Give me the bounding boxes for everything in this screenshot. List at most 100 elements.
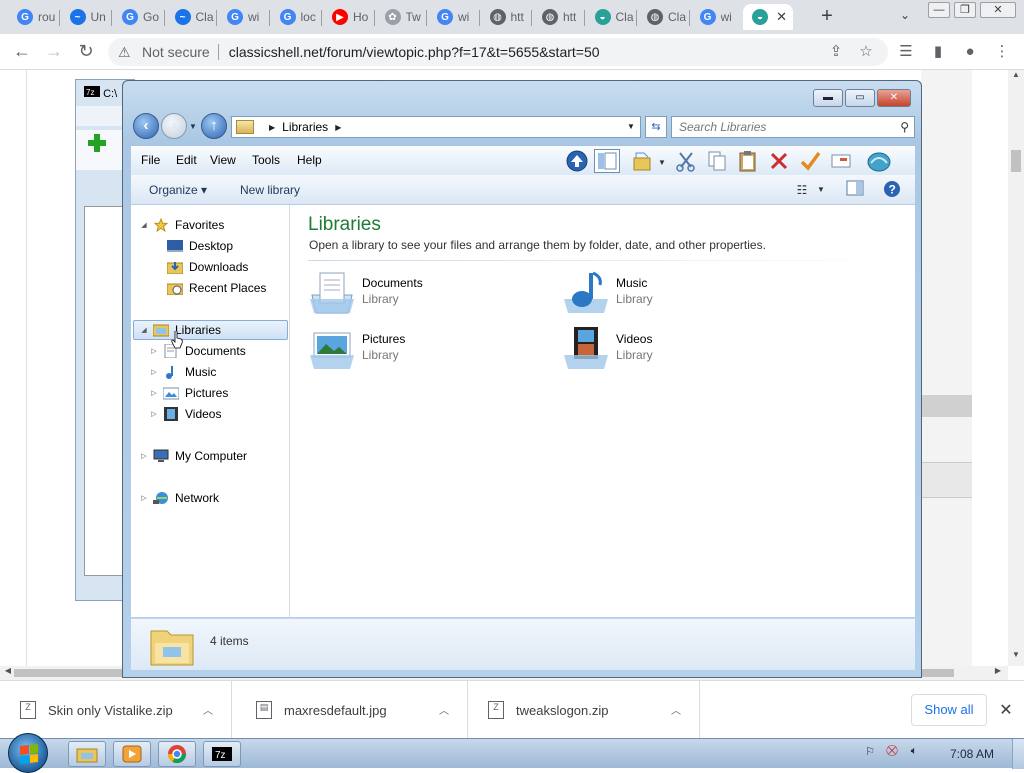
window-close-button[interactable]: ✕ [980,2,1016,18]
download-item[interactable]: Z Skin only Vistalike.zip ︿ [0,681,232,739]
views-dropdown-icon[interactable]: ▼ [658,158,666,167]
collapsed-triangle-icon[interactable]: ▷ [139,452,149,460]
recent-pages-icon[interactable]: ▼ [189,122,197,131]
explorer-forward-button[interactable]: › [161,113,187,139]
new-library-button[interactable]: New library [240,183,300,197]
nav-videos[interactable]: ▷ Videos [149,404,304,424]
expanded-triangle-icon[interactable]: ◢ [139,326,149,334]
close-tab-icon[interactable]: ✕ [776,9,787,25]
browser-tab[interactable]: Gloc [271,4,321,30]
nav-my-computer[interactable]: ▷ My Computer [139,446,294,466]
navigation-pane[interactable]: ◢ Favorites Desktop Downloads Recent Pla… [131,205,290,617]
nav-pictures[interactable]: ▷ Pictures [149,383,304,403]
nav-downloads[interactable]: Downloads [153,257,308,277]
properties-check-icon[interactable] [797,149,823,173]
email-icon[interactable] [828,149,854,173]
collapsed-triangle-icon[interactable]: ▷ [139,494,149,502]
url-text[interactable]: classicshell.net/forum/viewtopic.php?f=1… [229,44,600,60]
library-tile-pictures[interactable]: Pictures Library [308,325,538,373]
browser-tab[interactable]: ~ Cla [166,4,216,30]
explorer-close-button[interactable]: ✕ [877,89,911,107]
scroll-up-icon[interactable]: ▲ [1008,70,1024,84]
folders-pane-icon[interactable] [594,149,620,173]
start-button[interactable] [8,733,48,773]
bookmark-star-icon[interactable]: ☆ [856,42,876,62]
scroll-right-icon[interactable]: ▶ [990,666,1006,680]
breadcrumb-libraries[interactable]: Libraries [282,120,328,134]
share-icon[interactable]: ⇪ [826,42,846,62]
browser-tab[interactable]: ✿ Tw [376,4,426,30]
taskbar-explorer[interactable] [68,741,106,767]
nav-network[interactable]: ▷ Network [139,488,294,508]
collapsed-triangle-icon[interactable]: ▷ [149,347,159,355]
menu-file[interactable]: File [141,153,160,167]
taskbar-7zip[interactable]: 7z [203,741,241,767]
security-label[interactable]: Not secure [142,44,210,60]
nav-libraries[interactable]: ◢ Libraries [133,320,288,340]
download-item[interactable]: ▤ maxresdefault.jpg ︿ [236,681,468,739]
browser-tab[interactable]: Gwi [691,4,741,30]
menu-view[interactable]: View [210,153,236,167]
browser-tab[interactable]: ~ Un [61,4,111,30]
explorer-minimize-button[interactable]: ▬ [813,89,843,107]
back-button[interactable]: ← [10,40,34,64]
menu-tools[interactable]: Tools [252,153,280,167]
breadcrumb-chevron-icon[interactable]: ▶ [335,123,341,132]
show-desktop-button[interactable] [1012,739,1024,769]
menu-edit[interactable]: Edit [176,153,197,167]
help-icon[interactable]: ? [882,180,902,200]
taskbar-chrome[interactable] [158,741,196,767]
browser-tab[interactable]: Gwi [218,4,268,30]
vertical-scrollbar[interactable]: ▲ ▼ [1008,70,1024,666]
network-error-icon[interactable]: ⛒ [884,745,900,761]
reading-list-icon[interactable]: ☰ [896,42,916,62]
browser-tab[interactable]: ◍ Cla [638,4,688,30]
scroll-down-icon[interactable]: ▼ [1008,650,1024,664]
content-pane[interactable]: Libraries Open a library to see your fil… [290,205,915,617]
library-tile-documents[interactable]: Documents Library [308,269,538,317]
side-panel-icon[interactable]: ▮ [928,42,948,62]
collapsed-triangle-icon[interactable]: ▷ [149,389,159,397]
explorer-maximize-button[interactable]: ▭ [845,89,875,107]
search-libraries-input[interactable]: Search Libraries ⚲ [671,116,915,138]
browser-tab[interactable]: ◒ ✕ [743,4,793,30]
action-center-icon[interactable]: ⚐ [862,745,878,761]
address-dropdown-icon[interactable]: ▼ [622,116,640,138]
volume-icon[interactable]: 🔈︎ [906,745,922,761]
vertical-scroll-thumb[interactable] [1011,150,1021,172]
close-shelf-icon[interactable]: ✕ [996,700,1016,720]
new-tab-button[interactable]: + [816,6,838,28]
browser-tab[interactable]: ◍ htt [481,4,531,30]
browser-tab[interactable]: Gwi [428,4,478,30]
browser-tab[interactable]: Grou [8,4,58,30]
browser-tab[interactable]: G Go [113,4,163,30]
change-view-icon[interactable]: ☷ [792,180,812,200]
forward-button[interactable]: → [42,40,66,64]
browser-tab[interactable]: ◍ htt [533,4,583,30]
library-tile-videos[interactable]: Videos Library [562,325,792,373]
search-icon[interactable]: ⚲ [900,120,909,134]
reload-button[interactable]: ↻ [74,40,98,64]
nav-music[interactable]: ▷ Music [149,362,304,382]
chevron-up-icon[interactable]: ︿ [439,702,449,717]
minimize-button[interactable]: — [928,2,950,18]
menu-icon[interactable]: ⋮ [992,42,1012,62]
tab-search-button[interactable]: ⌄ [896,8,914,26]
collapsed-triangle-icon[interactable]: ▷ [149,410,159,418]
browser-tab[interactable]: ▶ Ho [323,4,373,30]
show-all-button[interactable]: Show all [911,694,987,726]
folder-options-icon[interactable] [630,149,656,173]
copy-icon[interactable] [704,149,730,173]
explorer-address-bar[interactable]: ▶ Libraries ▶ [231,116,641,138]
delete-icon[interactable] [766,149,792,173]
taskbar-media-player[interactable] [113,741,151,767]
up-level-icon[interactable] [564,149,590,173]
nav-recent-places[interactable]: Recent Places [153,278,308,298]
nav-desktop[interactable]: Desktop [153,236,308,256]
download-item[interactable]: Z tweakslogon.zip ︿ [468,681,700,739]
profile-icon[interactable]: ● [960,42,980,62]
expanded-triangle-icon[interactable]: ◢ [139,221,149,229]
menu-help[interactable]: Help [297,153,322,167]
preview-pane-icon[interactable] [845,180,865,200]
cut-icon[interactable] [673,149,699,173]
